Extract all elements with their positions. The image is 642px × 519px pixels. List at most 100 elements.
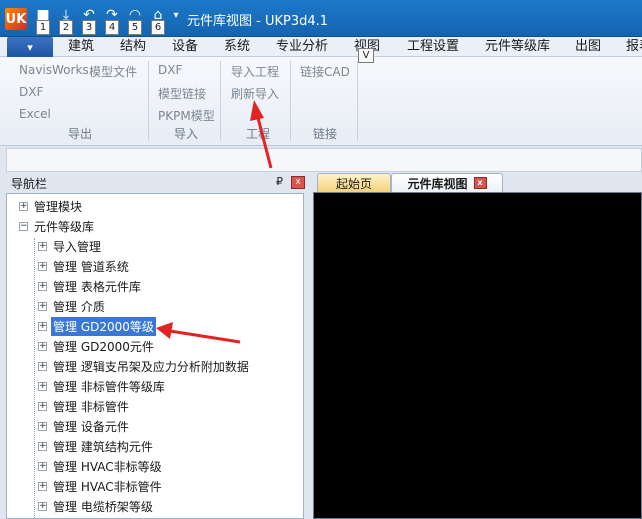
keytip-badge: 4 <box>105 20 119 35</box>
tree-node-equipment-component[interactable]: + 管理 设备元件 <box>38 416 131 436</box>
link-cad-button[interactable]: 链接CAD <box>300 63 350 80</box>
tab-label: 元件库视图 <box>407 176 468 191</box>
collapse-minus-icon[interactable]: − <box>19 221 28 231</box>
tree-node-nonstandard-fitting-grade[interactable]: + 管理 非标管件等级库 <box>38 376 167 396</box>
tab-equipment[interactable]: 设备 <box>172 37 198 57</box>
tree-node-gd2000-grade[interactable]: + 管理 GD2000等级 <box>38 316 156 336</box>
tree-node-cable-tray-grade[interactable]: + 管理 电缆桥架等级 <box>38 496 155 516</box>
ribbon-separator <box>148 61 149 141</box>
tab-architecture[interactable]: 建筑 <box>68 37 94 57</box>
expand-plus-icon[interactable]: + <box>38 461 47 471</box>
tree-node-label: 管理 建筑结构元件 <box>53 439 153 454</box>
keytip-badge: 2 <box>59 20 73 35</box>
expand-plus-icon[interactable]: + <box>38 241 47 251</box>
expand-plus-icon[interactable]: + <box>38 421 47 431</box>
expand-plus-icon[interactable]: + <box>38 401 47 411</box>
ribbon-group-label-link: 链接 <box>313 127 338 141</box>
tree-node-pipe-system[interactable]: + 管理 管道系统 <box>38 256 131 276</box>
keytip-badge: 3 <box>82 20 96 35</box>
tree-node-hvac-nonstandard-fitting[interactable]: + 管理 HVAC非标管件 <box>38 476 164 496</box>
import-model-link-button[interactable]: 模型链接 <box>158 85 206 102</box>
expand-plus-icon[interactable]: + <box>38 501 47 511</box>
tree-node-import-management[interactable]: + 导入管理 <box>38 236 103 256</box>
keytip-badge: 6 <box>151 20 165 35</box>
expand-plus-icon[interactable]: + <box>38 381 47 391</box>
tree-node-building-structure-component[interactable]: + 管理 建筑结构元件 <box>38 436 155 456</box>
import-project-button[interactable]: 导入工程 <box>231 63 279 80</box>
tree-node-gd2000-component[interactable]: + 管理 GD2000元件 <box>38 336 156 356</box>
tab-system[interactable]: 系统 <box>224 37 250 57</box>
qat-toolbox-button[interactable]: ⌂ 6 <box>147 4 169 35</box>
window-title: 元件库视图 - UKP3d4.1 <box>187 14 329 29</box>
tree-node-hvac-nonstandard-grade[interactable]: + 管理 HVAC非标等级 <box>38 456 164 476</box>
expand-plus-icon[interactable]: + <box>38 441 47 451</box>
expand-plus-icon[interactable]: + <box>38 481 47 491</box>
command-bar <box>6 148 642 172</box>
tree-node-label: 管理 管道系统 <box>53 259 129 274</box>
tree-node-label: 管理 逻辑支吊架及应力分析附加数据 <box>53 359 249 374</box>
model-viewport[interactable] <box>313 192 642 519</box>
qat-undo-button[interactable]: ↶ 3 <box>78 4 100 35</box>
tree-node-table-component-library[interactable]: + 管理 表格元件库 <box>38 276 143 296</box>
qat-customize-dropdown-icon[interactable]: ▾ <box>170 4 182 26</box>
tab-component-library-view[interactable]: 元件库视图 x <box>391 173 503 192</box>
tab-drawing[interactable]: 出图 <box>575 37 601 57</box>
export-dxf-button[interactable]: DXF <box>19 85 43 99</box>
ribbon-separator <box>290 61 291 141</box>
expand-plus-icon[interactable]: + <box>38 321 47 331</box>
tree-node-label: 管理 设备元件 <box>53 419 129 434</box>
qat-redo-button[interactable]: ↷ 4 <box>101 4 123 35</box>
tab-label: 起始页 <box>335 176 372 191</box>
tree-node-label: 管理 介质 <box>53 299 105 314</box>
nav-tree[interactable]: + 管理模块 − 元件等级库 + 导入管理 + 管理 管道系统 + 管理 表格元… <box>6 193 304 519</box>
expand-plus-icon[interactable]: + <box>19 201 28 211</box>
expand-plus-icon[interactable]: + <box>38 281 47 291</box>
keytip-badge: 1 <box>36 20 50 35</box>
export-model-file-button[interactable]: 模型文件 <box>89 63 137 80</box>
close-icon[interactable]: x <box>473 177 487 189</box>
pin-icon[interactable]: ₽ <box>276 175 283 188</box>
tree-node-label-selected: 管理 GD2000等级 <box>51 316 156 336</box>
tree-node-label: 管理 非标管件 <box>53 399 129 414</box>
tree-node-label: 管理 HVAC非标管件 <box>53 479 162 494</box>
nav-pane-title: 导航栏 <box>11 177 48 191</box>
tree-node-label: 管理 电缆桥架等级 <box>53 499 153 514</box>
tab-start-page[interactable]: 起始页 <box>317 173 391 192</box>
expand-plus-icon[interactable]: + <box>38 361 47 371</box>
export-excel-button[interactable]: Excel <box>19 107 51 121</box>
tab-project-settings[interactable]: 工程设置 <box>407 37 459 57</box>
qat-save-button[interactable]: ■ 1 <box>32 4 54 35</box>
ribbon-tab-bar: ▾ 建筑 结构 设备 系统 专业分析 视图 工程设置 元件等级库 出图 报表 <box>0 37 642 57</box>
tab-report[interactable]: 报表 <box>626 37 642 57</box>
export-navisworks-button[interactable]: NavisWorks <box>19 63 89 77</box>
keytip-badge: 5 <box>128 20 142 35</box>
app-logo-icon[interactable]: UK <box>5 8 27 30</box>
ribbon-separator <box>357 61 358 141</box>
tree-node-medium[interactable]: + 管理 介质 <box>38 296 107 316</box>
tab-component-grade-library[interactable]: 元件等级库 <box>485 37 550 57</box>
import-pkpm-model-button[interactable]: PKPM模型 <box>158 107 215 124</box>
tree-node-management-modules[interactable]: + 管理模块 <box>19 196 84 216</box>
tree-node-nonstandard-fitting[interactable]: + 管理 非标管件 <box>38 396 131 416</box>
expand-plus-icon[interactable]: + <box>38 261 47 271</box>
refresh-import-button[interactable]: 刷新导入 <box>231 85 279 102</box>
qat-wireless-button[interactable]: ◠ 5 <box>124 4 146 35</box>
tree-node-label: 管理 GD2000元件 <box>53 339 154 354</box>
tab-analysis[interactable]: 专业分析 <box>276 37 328 57</box>
document-tab-bar: 起始页 元件库视图 x <box>311 172 642 192</box>
expand-plus-icon[interactable]: + <box>38 301 47 311</box>
expand-plus-icon[interactable]: + <box>38 341 47 351</box>
ribbon-group-label-project: 工程 <box>246 127 271 141</box>
tree-node-component-grade-library[interactable]: − 元件等级库 <box>19 216 96 236</box>
import-dxf-button[interactable]: DXF <box>158 63 182 77</box>
tab-structure[interactable]: 结构 <box>120 37 146 57</box>
tree-node-label: 管理模块 <box>34 199 83 214</box>
qat-download-button[interactable]: ⤓ 2 <box>55 4 77 35</box>
close-icon[interactable]: x <box>291 176 305 189</box>
title-bar: UK ■ 1 ⤓ 2 ↶ 3 ↷ 4 ◠ 5 ⌂ 6 ▾ 元件库视图 - UKP… <box>0 0 642 37</box>
chevron-down-icon: ▾ <box>27 40 33 54</box>
file-menu-button[interactable]: ▾ <box>7 37 53 57</box>
nav-pane-header: 导航栏 ₽ x <box>6 173 307 193</box>
tree-node-logical-support-stress[interactable]: + 管理 逻辑支吊架及应力分析附加数据 <box>38 356 251 376</box>
keytip-badge: V <box>358 48 374 63</box>
